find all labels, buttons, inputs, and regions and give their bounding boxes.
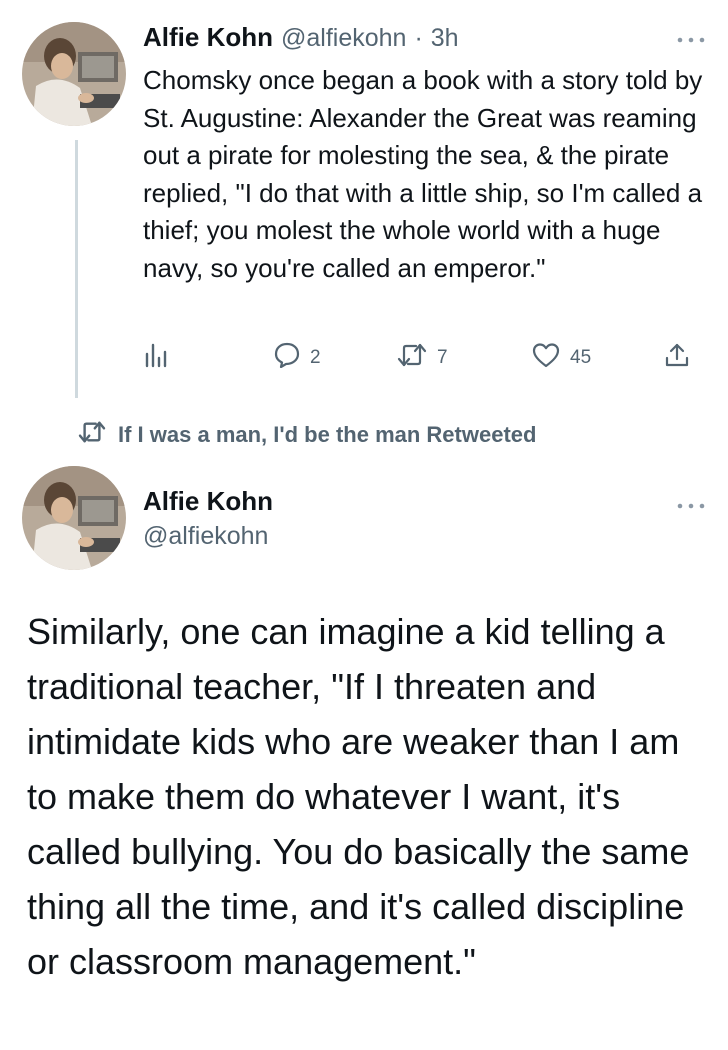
share-button[interactable] <box>664 342 690 374</box>
share-icon <box>664 342 690 374</box>
avatar[interactable] <box>22 466 126 570</box>
timestamp[interactable]: 3h <box>431 24 459 53</box>
ellipsis-icon[interactable] <box>676 490 706 518</box>
analytics-button[interactable] <box>144 342 168 374</box>
retweet-notice[interactable]: If I was a man, I'd be the man Retweeted <box>78 420 536 450</box>
thread-line <box>75 140 78 398</box>
tweet-header: Alfie Kohn @alfiekohn · 3h <box>143 22 459 53</box>
like-button[interactable]: 45 <box>532 342 591 374</box>
separator-dot: · <box>414 24 423 52</box>
reply-count: 2 <box>310 347 321 368</box>
author-handle[interactable]: @alfiekohn <box>143 522 268 551</box>
author-name[interactable]: Alfie Kohn <box>143 22 273 53</box>
tweet-text: Chomsky once began a book with a story t… <box>143 65 703 283</box>
tweet-actions: 2 7 45 <box>140 338 700 378</box>
reply-icon <box>274 342 300 374</box>
like-count: 45 <box>570 347 592 368</box>
retweet-icon <box>78 420 106 450</box>
author-handle[interactable]: @alfiekohn <box>281 24 406 53</box>
reply-button[interactable]: 2 <box>274 342 321 374</box>
analytics-icon <box>144 342 168 374</box>
retweet-notice-text: If I was a man, I'd be the man Retweeted <box>118 422 537 447</box>
heart-icon <box>532 342 560 374</box>
tweet-text: Similarly, one can imagine a kid telling… <box>27 611 690 982</box>
avatar[interactable] <box>22 22 126 126</box>
ellipsis-icon[interactable] <box>676 24 706 52</box>
retweet-count: 7 <box>437 347 448 368</box>
retweet-button[interactable]: 7 <box>397 342 448 374</box>
retweet-icon <box>397 342 427 374</box>
author-name[interactable]: Alfie Kohn <box>143 486 273 517</box>
